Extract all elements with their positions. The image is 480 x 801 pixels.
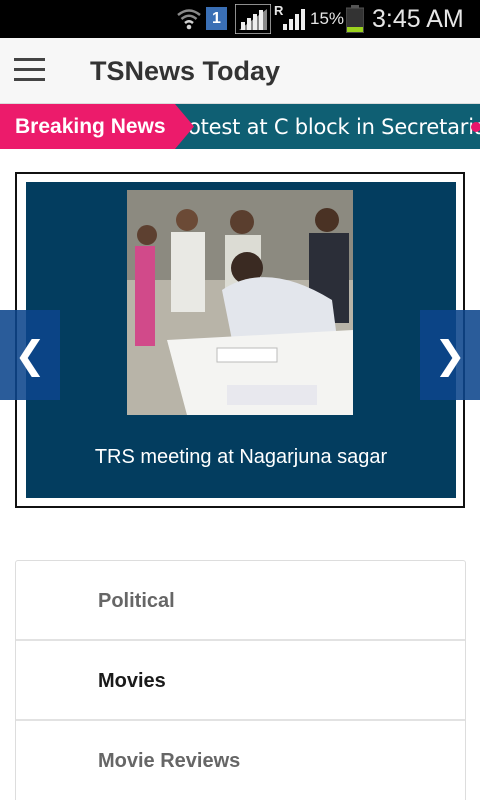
- category-label: Movie Reviews: [98, 750, 241, 772]
- category-item-movie-reviews[interactable]: Movie Reviews: [16, 721, 465, 801]
- battery-icon: [346, 0, 364, 38]
- ticker-separator-dot: [471, 122, 480, 132]
- breaking-news-label-text: Breaking News: [15, 115, 166, 138]
- category-item-movies[interactable]: Movies: [16, 641, 465, 721]
- category-item-political[interactable]: Political: [16, 561, 465, 641]
- slider-next-arrow-icon[interactable]: ❯: [420, 310, 480, 400]
- breaking-news-ticker[interactable]: otest at C block in Secretariat: [188, 104, 480, 149]
- slide-caption[interactable]: TRS meeting at Nagarjuna sagar: [26, 446, 456, 469]
- category-list: Political Movies Movie Reviews: [15, 560, 466, 800]
- slide-photo[interactable]: [127, 190, 353, 415]
- battery-percent: 15%: [310, 9, 345, 28]
- signal-icon: [235, 0, 271, 38]
- hamburger-menu-icon[interactable]: [14, 58, 46, 84]
- breaking-news-bar[interactable]: otest at C block in Secretariat Breaking…: [0, 104, 480, 149]
- slider-prev-arrow-icon[interactable]: ❮: [0, 310, 60, 400]
- sim-icon: 1: [206, 7, 227, 30]
- app-title: TSNews Today: [90, 56, 281, 86]
- slide[interactable]: TRS meeting at Nagarjuna sagar: [26, 182, 456, 498]
- breaking-news-label: Breaking News: [0, 104, 194, 149]
- status-bar: 1 R 15% 3:45 AM: [0, 0, 480, 38]
- category-label: Movies: [98, 670, 166, 692]
- app-bar: TSNews Today: [0, 38, 480, 104]
- news-slider: TRS meeting at Nagarjuna sagar: [15, 172, 465, 508]
- signal-roaming-icon: [282, 0, 306, 38]
- wifi-icon: [176, 0, 202, 38]
- category-label: Political: [98, 590, 175, 612]
- clock: 3:45 AM: [372, 4, 464, 33]
